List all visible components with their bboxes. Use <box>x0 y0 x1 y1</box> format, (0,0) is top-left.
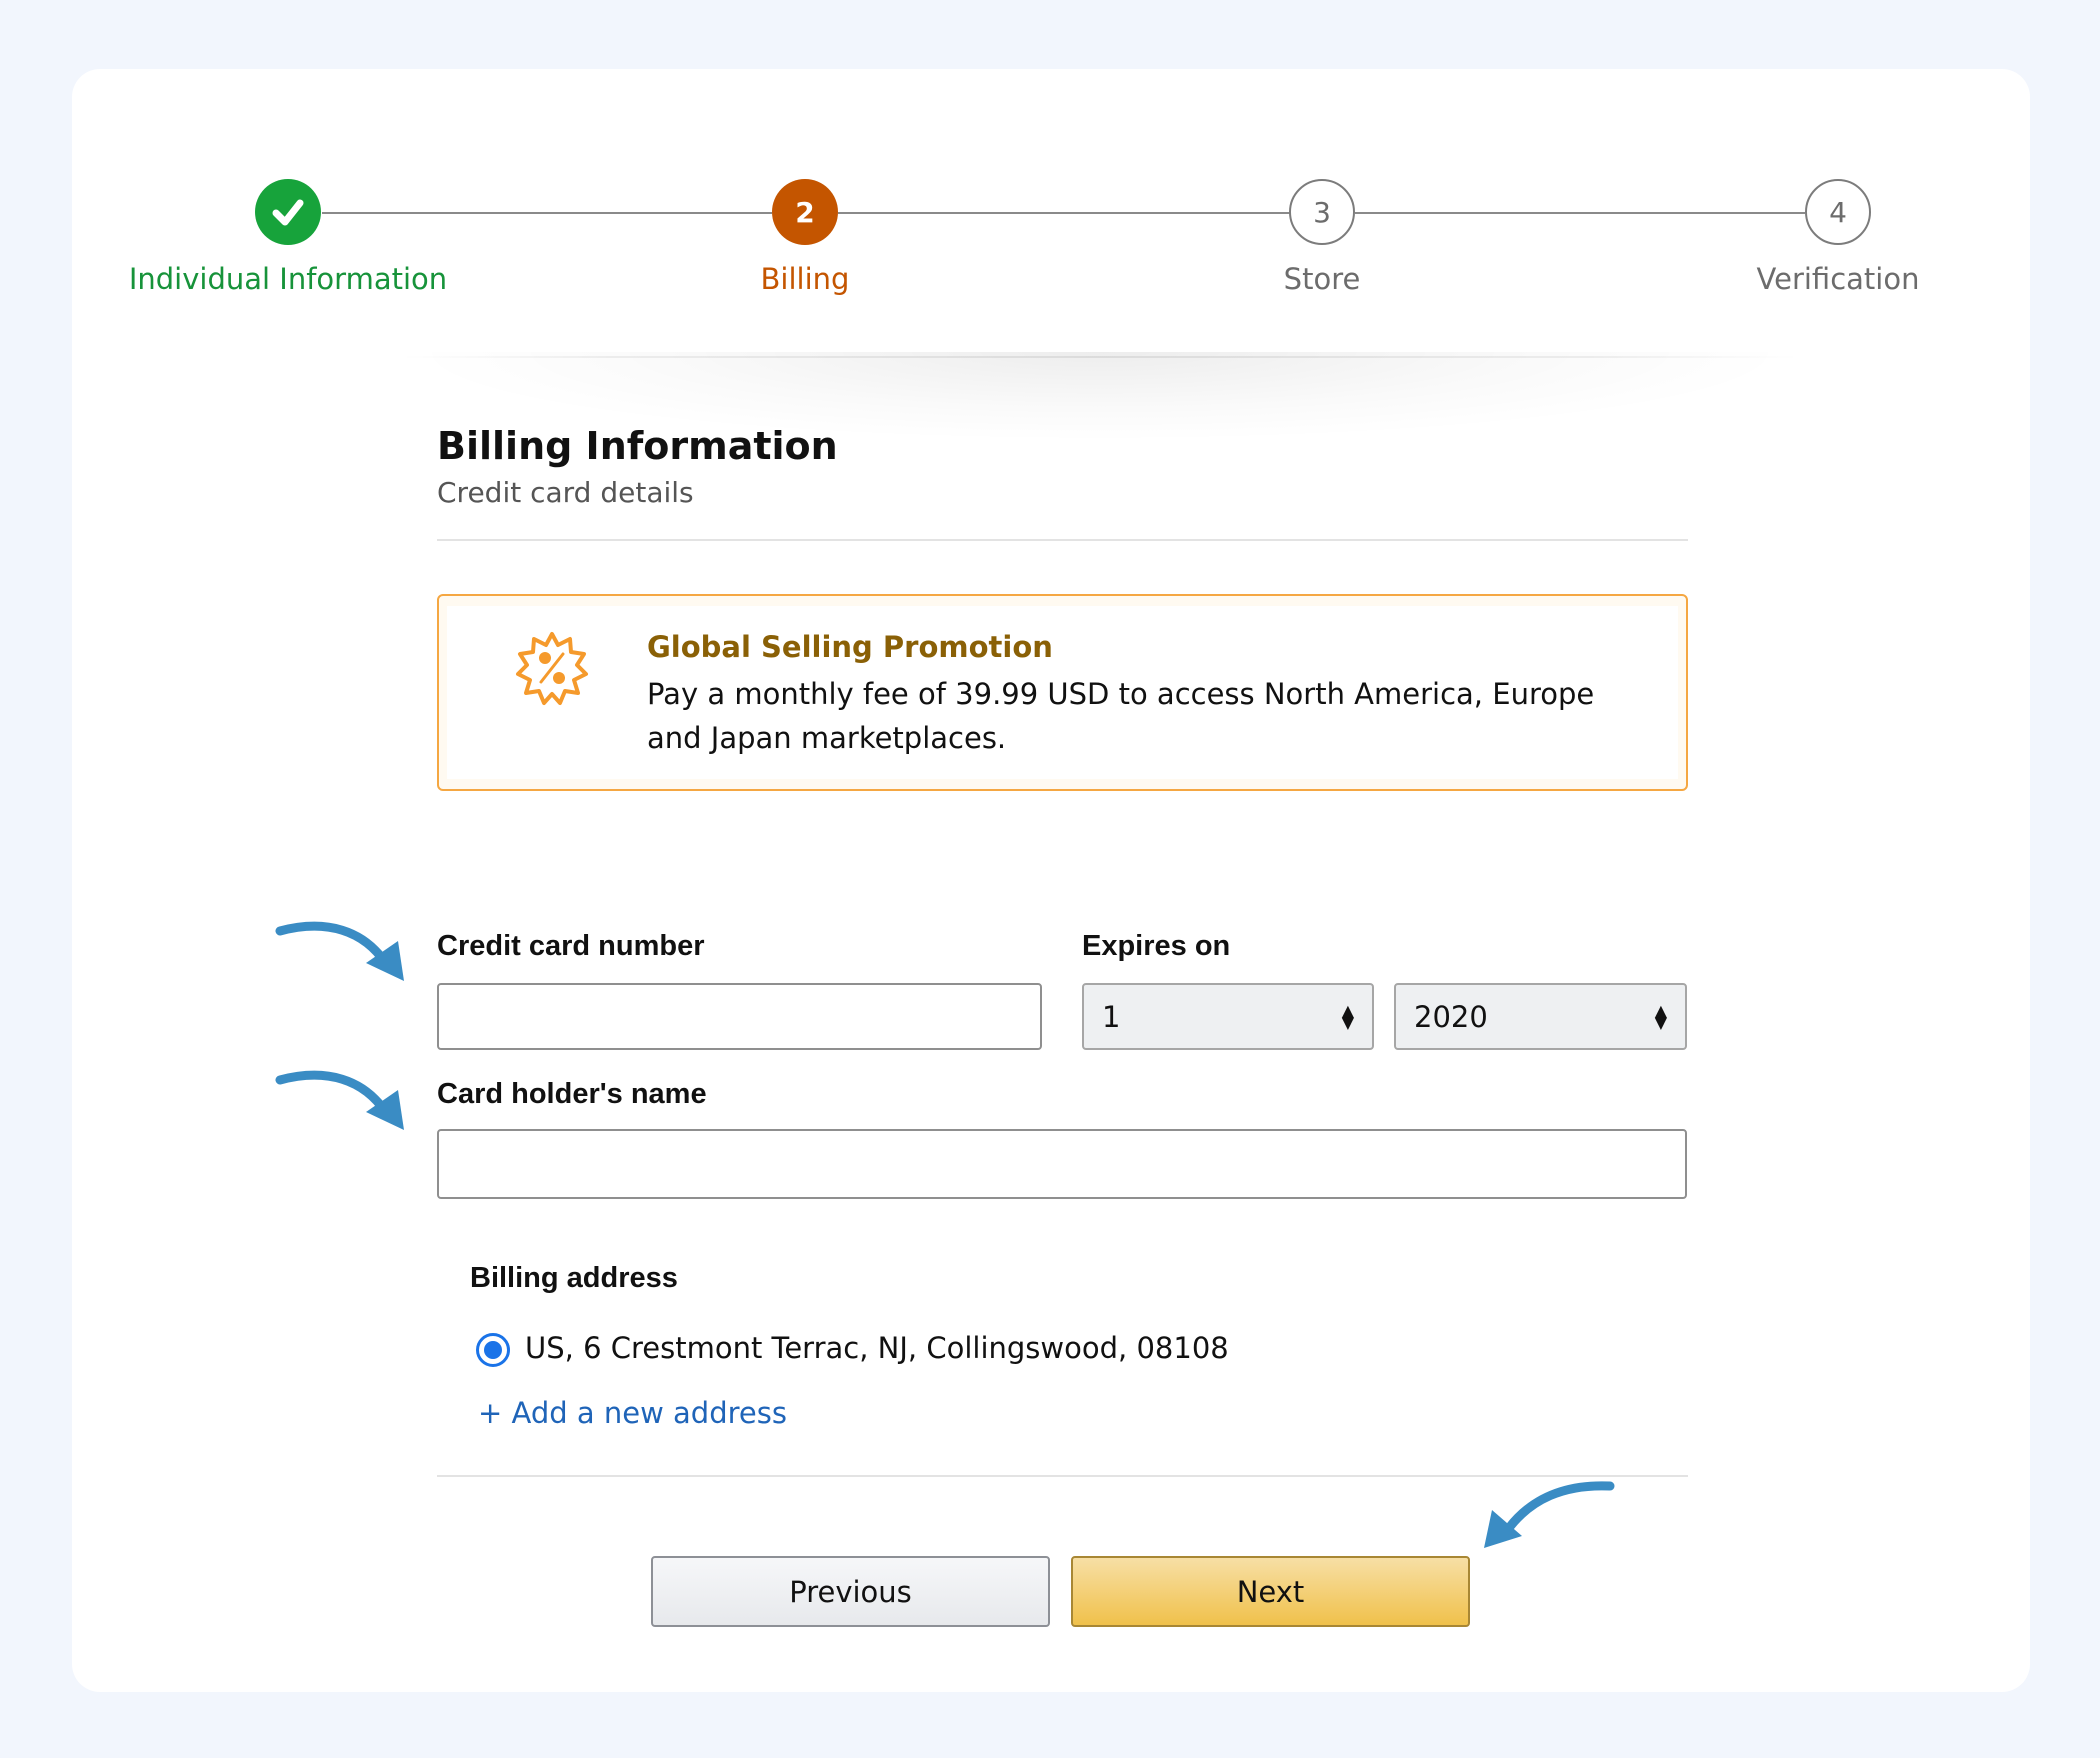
step-3-label: Store <box>1283 262 1361 296</box>
step-2-indicator: 2 <box>772 179 838 245</box>
step-4-label: Verification <box>1756 262 1920 296</box>
discount-badge-icon <box>516 632 588 705</box>
address-radio-selected[interactable] <box>476 1333 510 1367</box>
add-new-address-link[interactable]: + Add a new address <box>478 1396 787 1430</box>
previous-button[interactable]: Previous <box>651 1556 1050 1627</box>
step-number: 2 <box>795 195 815 229</box>
step-number: 4 <box>1829 195 1847 229</box>
expiry-year-value: 2020 <box>1414 999 1488 1034</box>
expiry-month-value: 1 <box>1102 999 1121 1034</box>
sort-arrows-icon: ▲ ▼ <box>1654 1000 1667 1032</box>
card-holder-input[interactable] <box>437 1129 1687 1199</box>
next-button[interactable]: Next <box>1071 1556 1470 1627</box>
step-connector <box>322 212 772 214</box>
header-shadow-line <box>400 356 1800 358</box>
annotation-arrow-icon <box>1484 1481 1615 1548</box>
step-3-indicator: 3 <box>1289 179 1355 245</box>
page-subtitle: Credit card details <box>437 476 694 509</box>
section-divider <box>437 539 1688 541</box>
step-number: 3 <box>1313 195 1331 229</box>
step-2-label: Billing <box>760 262 850 296</box>
step-1-indicator <box>255 179 321 245</box>
checkmark-icon <box>272 199 304 226</box>
address-option-text[interactable]: US, 6 Crestmont Terrac, NJ, Collingswood… <box>525 1331 1229 1365</box>
card-number-input[interactable] <box>437 983 1042 1050</box>
step-4-indicator: 4 <box>1805 179 1871 245</box>
card-number-label: Credit card number <box>437 930 705 962</box>
expires-label: Expires on <box>1082 930 1231 962</box>
expiry-month-select[interactable]: 1 ▲ ▼ <box>1082 983 1374 1050</box>
billing-address-label: Billing address <box>470 1262 678 1294</box>
sort-arrows-icon: ▲ ▼ <box>1341 1000 1354 1032</box>
annotation-arrow-icon <box>275 921 404 981</box>
step-connector <box>838 212 1290 214</box>
page-title: Billing Information <box>437 424 838 468</box>
registration-card <box>72 69 2030 1692</box>
step-1-label: Individual Information <box>128 262 448 296</box>
promo-description: Pay a monthly fee of 39.99 USD to access… <box>647 677 1595 755</box>
promo-title: Global Selling Promotion <box>647 630 1053 664</box>
annotation-arrow-icon <box>275 1070 404 1130</box>
expiry-year-select[interactable]: 2020 ▲ ▼ <box>1394 983 1687 1050</box>
step-connector <box>1355 212 1805 214</box>
card-holder-label: Card holder's name <box>437 1078 707 1110</box>
